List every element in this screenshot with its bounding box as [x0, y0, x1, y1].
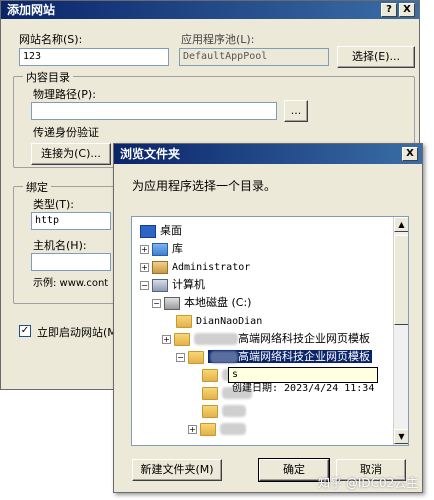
browse-close-button[interactable]: X [402, 147, 418, 161]
start-immediately-label: 立即启动网站(M [37, 326, 117, 339]
folder-icon [176, 314, 192, 328]
disk-icon [164, 296, 180, 310]
desktop-icon [140, 224, 156, 238]
new-folder-button[interactable]: 新建文件夹(M) [132, 459, 222, 481]
browse-titlebar: 浏览文件夹 [114, 144, 422, 164]
expand-icon[interactable]: + [162, 334, 171, 344]
tooltip-prefix: s [232, 369, 239, 380]
folder-icon [188, 350, 204, 364]
collapse-icon[interactable]: − [152, 298, 161, 308]
library-icon [152, 242, 168, 256]
browse-title: 浏览文件夹 [120, 147, 181, 161]
browse-folder-dialog: 浏览文件夹 X 为应用程序选择一个目录。 桌面 + 库 + Administrato… [113, 143, 423, 493]
tree-label-template-selected: 高端网络科技企业网页模板 [238, 350, 370, 363]
folder-icon [202, 386, 218, 400]
redacted-text [194, 333, 238, 345]
add-site-title: 添加网站 [7, 3, 56, 17]
tree-item-diannaodian[interactable]: DianNaoDian [176, 312, 262, 330]
tree-item-child[interactable]: + [188, 420, 246, 438]
type-select[interactable]: http [31, 212, 111, 230]
tree-scrollbar[interactable]: ▲ ▼ [393, 217, 408, 445]
example-label: 示例: www.cont [33, 278, 109, 289]
scroll-up-arrow-icon[interactable]: ▲ [394, 217, 408, 232]
start-immediately-checkbox[interactable]: ✓ [19, 325, 31, 337]
app-pool-label: 应用程序池(L): [181, 33, 255, 46]
folder-icon [202, 368, 218, 382]
host-label: 主机名(H): [33, 239, 87, 252]
app-pool-input: DefaultAppPool [179, 48, 329, 66]
expand-icon[interactable]: + [140, 262, 149, 272]
selected-folder-highlight: 高端网络科技企业网页模板 [208, 350, 372, 363]
content-directory-title: 内容目录 [23, 69, 73, 85]
select-app-pool-button[interactable]: 选择(E)... [337, 46, 415, 68]
site-name-label: 网站名称(S): [19, 33, 83, 46]
tree-item-computer[interactable]: − 计算机 [140, 276, 205, 294]
tree-label-desktop: 桌面 [160, 224, 182, 237]
redacted-text [210, 351, 238, 363]
tree-item-library[interactable]: + 库 [140, 240, 183, 258]
tree-label-administrator: Administrator [172, 262, 251, 273]
connect-as-button[interactable]: 连接为(C)... [31, 143, 111, 165]
user-folder-icon [152, 260, 168, 274]
physical-path-label: 物理路径(P): [33, 88, 96, 101]
folder-icon [202, 404, 218, 418]
tree-item-local-disk[interactable]: − 本地磁盘 (C:) [152, 294, 251, 312]
expand-icon[interactable]: + [188, 424, 197, 434]
tree-label-diannaodian: DianNaoDian [196, 316, 263, 327]
collapse-icon[interactable]: − [176, 352, 185, 362]
watermark: 知乎 @IDC02云主 [318, 476, 419, 490]
scroll-down-arrow-icon[interactable]: ▼ [394, 429, 408, 444]
browse-path-button[interactable]: ... [284, 100, 308, 122]
type-label: 类型(T): [33, 198, 75, 211]
host-input[interactable] [31, 253, 111, 271]
help-button[interactable]: ? [381, 3, 397, 17]
tree-label-template: 高端网络科技企业网页模板 [238, 332, 370, 345]
folder-icon [200, 422, 216, 436]
redacted-text [222, 405, 246, 417]
binding-title: 绑定 [23, 179, 51, 195]
physical-path-input[interactable] [31, 102, 277, 120]
tree-label-computer: 计算机 [172, 278, 205, 291]
tooltip-text: 创建日期: 2023/4/24 11:34 [232, 383, 375, 394]
pass-auth-label: 传递身份验证 [33, 126, 99, 139]
browse-prompt: 为应用程序选择一个目录。 [132, 179, 277, 193]
close-button[interactable]: X [399, 3, 415, 17]
tree-item-template-selected[interactable]: − 高端网络科技企业网页模板 [176, 348, 372, 366]
computer-icon [152, 278, 168, 292]
add-site-titlebar: 添加网站 [1, 1, 419, 19]
tree-label-library: 库 [172, 242, 183, 255]
scroll-thumb[interactable] [394, 235, 408, 325]
site-name-input[interactable]: 123 [19, 48, 169, 66]
tree-item-template[interactable]: + 高端网络科技企业网页模板 [162, 330, 370, 348]
folder-tree[interactable]: 桌面 + 库 + Administrator − 计算机 − 本地磁盘 (C:) Dia… [131, 216, 409, 446]
tree-item-desktop[interactable]: 桌面 [140, 222, 182, 240]
folder-icon [174, 332, 190, 346]
expand-icon[interactable]: + [140, 244, 149, 254]
tree-item-administrator[interactable]: + Administrator [140, 258, 250, 276]
folder-tooltip: s 创建日期: 2023/4/24 11:34 [228, 367, 379, 394]
tree-label-local-disk: 本地磁盘 (C:) [184, 296, 252, 309]
tree-item-child[interactable] [202, 402, 246, 420]
collapse-icon[interactable]: − [140, 280, 149, 290]
redacted-text [220, 423, 246, 435]
